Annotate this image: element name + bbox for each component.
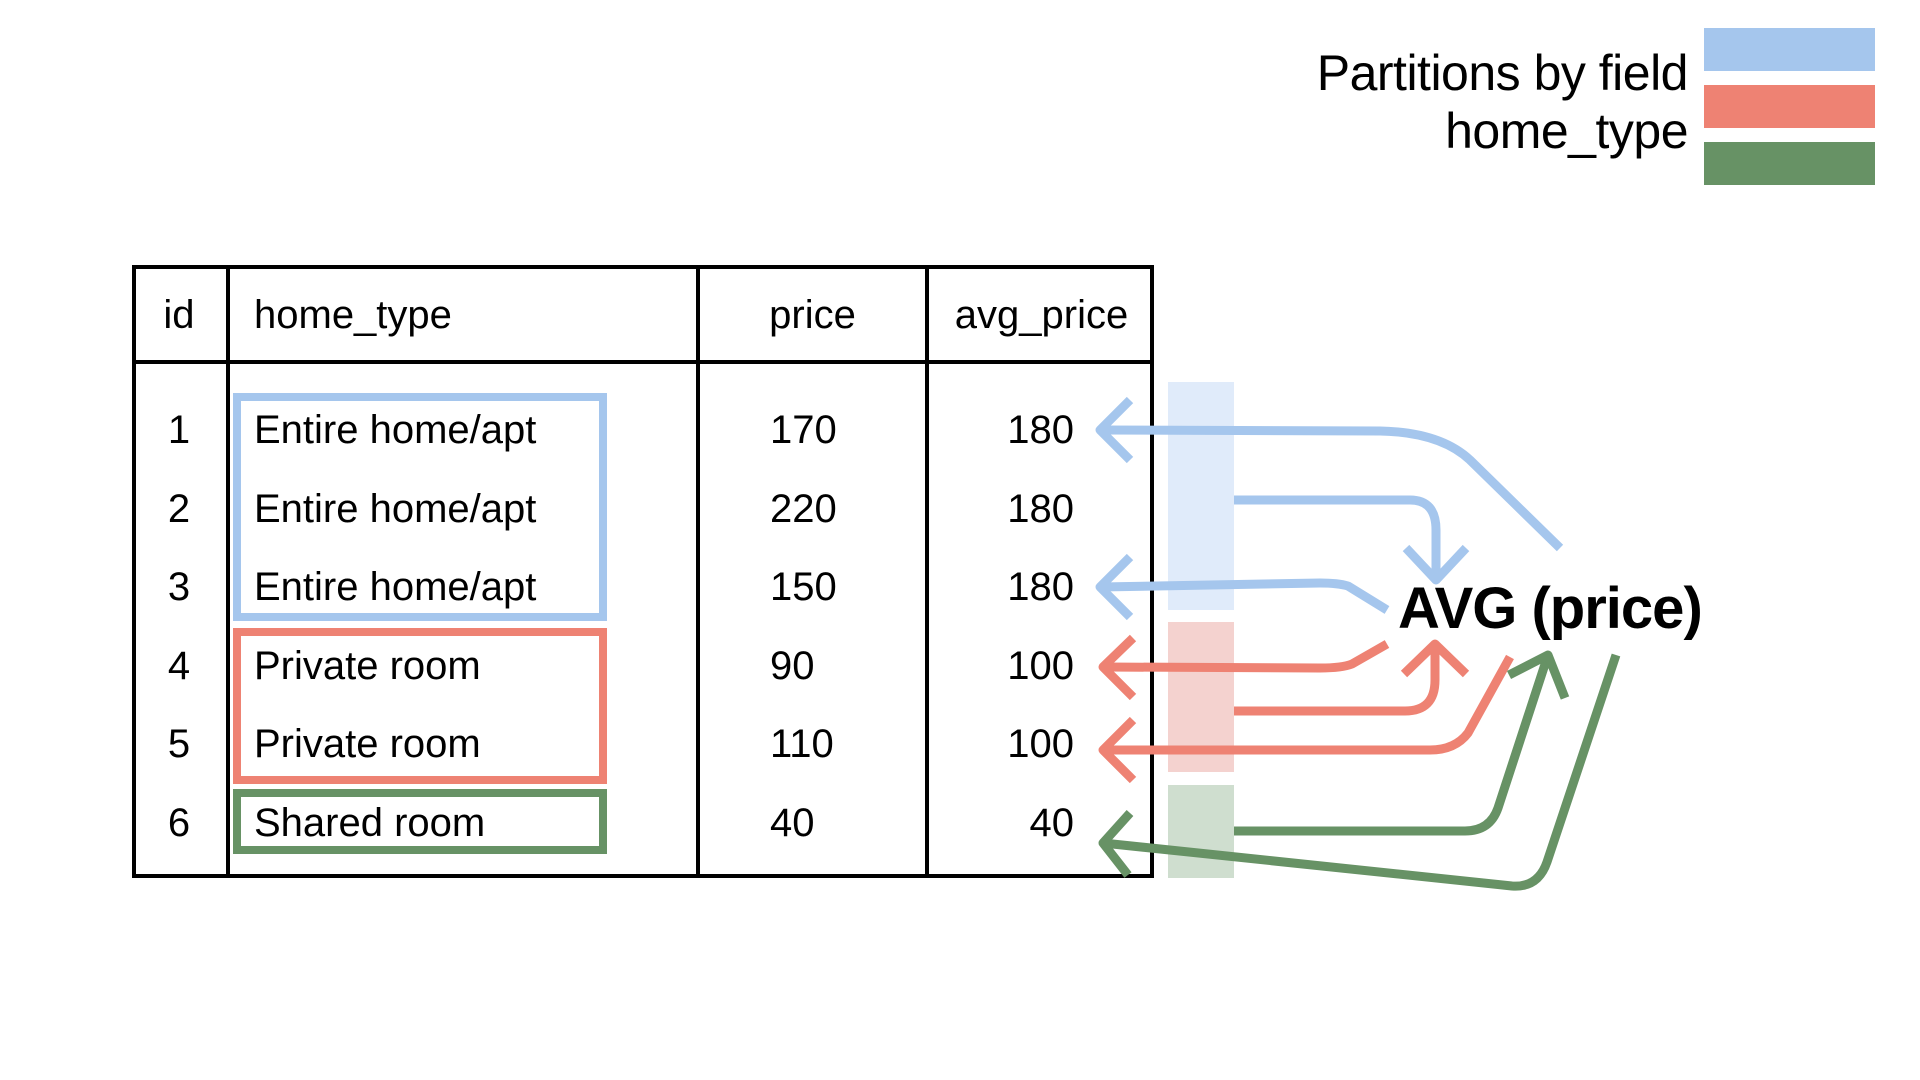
arrow-blue-to-row3	[1099, 578, 1390, 614]
arrow-blue-partition-to-avg	[1234, 495, 1441, 580]
arrow-red-to-row4	[1102, 640, 1390, 673]
arrow-blue-to-row1	[1099, 425, 1564, 552]
arrow-red-partition-to-avg	[1234, 644, 1440, 716]
avg-function-label: AVG (price)	[1398, 576, 1703, 641]
arrows-layer	[1095, 396, 1621, 891]
